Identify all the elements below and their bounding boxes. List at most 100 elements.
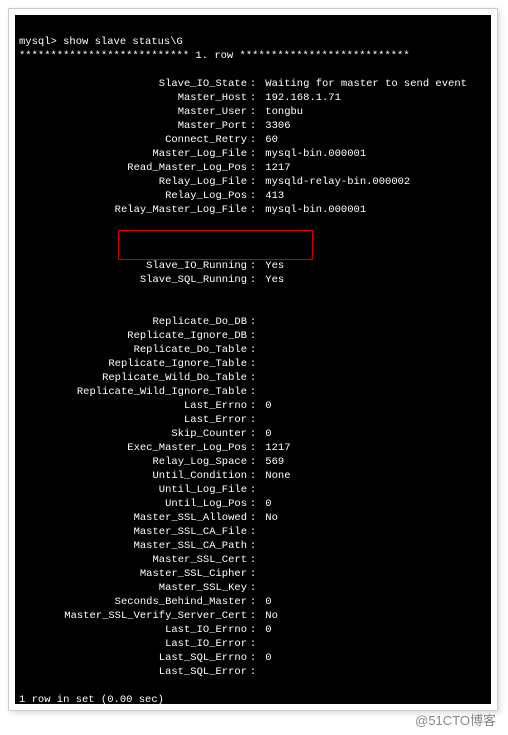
status-row: Relay_Log_File: mysqld-relay-bin.000002 [19,175,487,189]
status-label: Last_Errno [19,399,247,413]
colon: : [247,595,259,609]
status-label: Replicate_Ignore_Table [19,357,247,371]
colon: : [247,455,259,469]
status-row: Last_Errno: 0 [19,399,487,413]
status-row: Master_SSL_Verify_Server_Cert: No [19,609,487,623]
colon: : [247,175,259,189]
highlight-box-annotation [118,230,313,260]
status-row: Master_SSL_Allowed: No [19,511,487,525]
colon: : [247,259,259,273]
highlight-block: Slave_IO_Running: YesSlave_SQL_Running: … [19,231,487,301]
status-value [259,357,487,371]
status-label: Until_Log_Pos [19,497,247,511]
status-row: Connect_Retry: 60 [19,133,487,147]
status-row: Replicate_Do_DB: [19,315,487,329]
status-row: Master_SSL_Cert: [19,553,487,567]
status-value [259,413,487,427]
status-row: Master_SSL_Key: [19,581,487,595]
status-label: Last_IO_Error [19,637,247,651]
status-row: Master_Host: 192.168.1.71 [19,91,487,105]
status-label: Slave_SQL_Running [19,273,247,287]
status-label: Replicate_Do_Table [19,343,247,357]
mysql-prompt: mysql> [19,36,63,48]
status-value: 3306 [259,119,487,133]
status-row: Last_SQL_Error: [19,665,487,679]
status-label: Read_Master_Log_Pos [19,161,247,175]
status-row: Slave_IO_State: Waiting for master to se… [19,77,487,91]
colon: : [247,371,259,385]
status-value: 0 [259,651,487,665]
status-row: Replicate_Do_Table: [19,343,487,357]
status-value [259,525,487,539]
status-row: Exec_Master_Log_Pos: 1217 [19,441,487,455]
status-row: Until_Condition: None [19,469,487,483]
status-value [259,343,487,357]
colon: : [247,525,259,539]
status-value: mysql-bin.000001 [259,147,487,161]
status-row: Relay_Log_Pos: 413 [19,189,487,203]
colon: : [247,609,259,623]
colon: : [247,581,259,595]
status-value: No [259,609,487,623]
colon: : [247,133,259,147]
status-value: mysql-bin.000001 [259,203,487,217]
terminal-frame: mysql> show slave status\G *************… [8,8,498,711]
status-row: Last_IO_Error: [19,637,487,651]
status-row: Last_Error: [19,413,487,427]
status-row: Until_Log_Pos: 0 [19,497,487,511]
status-label: Master_Port [19,119,247,133]
status-label: Connect_Retry [19,133,247,147]
colon: : [247,161,259,175]
status-label: Relay_Master_Log_File [19,203,247,217]
status-label: Relay_Log_File [19,175,247,189]
status-value [259,567,487,581]
status-label: Last_SQL_Errno [19,651,247,665]
status-label: Slave_IO_Running [19,259,247,273]
colon: : [247,553,259,567]
status-value: 0 [259,427,487,441]
watermark: @51CTO博客 [415,710,496,729]
status-value: 0 [259,497,487,511]
status-label: Master_SSL_Key [19,581,247,595]
colon: : [247,329,259,343]
status-value [259,385,487,399]
prompt-line-1: mysql> show slave status\G [19,36,183,48]
colon: : [247,203,259,217]
status-value: 60 [259,133,487,147]
colon: : [247,665,259,679]
status-value [259,665,487,679]
status-row: Slave_IO_Running: Yes [19,259,487,273]
result-line-1: 1 row in set (0.00 sec) [19,693,487,704]
colon: : [247,119,259,133]
status-value [259,539,487,553]
status-row: Master_User: tongbu [19,105,487,119]
status-row: Skip_Counter: 0 [19,427,487,441]
status-label: Replicate_Ignore_DB [19,329,247,343]
colon: : [247,567,259,581]
status-value: 1217 [259,441,487,455]
status-row: Master_SSL_CA_Path: [19,539,487,553]
colon: : [247,651,259,665]
status-row: Slave_SQL_Running: Yes [19,273,487,287]
status-value: No [259,511,487,525]
status-value [259,637,487,651]
status-row: Replicate_Wild_Ignore_Table: [19,385,487,399]
status-value: Yes [259,259,487,273]
colon: : [247,77,259,91]
colon: : [247,497,259,511]
colon: : [247,385,259,399]
status-label: Master_Log_File [19,147,247,161]
status-label: Last_IO_Errno [19,623,247,637]
status-value [259,553,487,567]
status-value [259,581,487,595]
status-label: Exec_Master_Log_Pos [19,441,247,455]
status-row: Relay_Master_Log_File: mysql-bin.000001 [19,203,487,217]
colon: : [247,539,259,553]
status-value: tongbu [259,105,487,119]
status-row: Replicate_Wild_Do_Table: [19,371,487,385]
status-label: Replicate_Do_DB [19,315,247,329]
status-label: Seconds_Behind_Master [19,595,247,609]
colon: : [247,189,259,203]
status-value: mysqld-relay-bin.000002 [259,175,487,189]
colon: : [247,427,259,441]
